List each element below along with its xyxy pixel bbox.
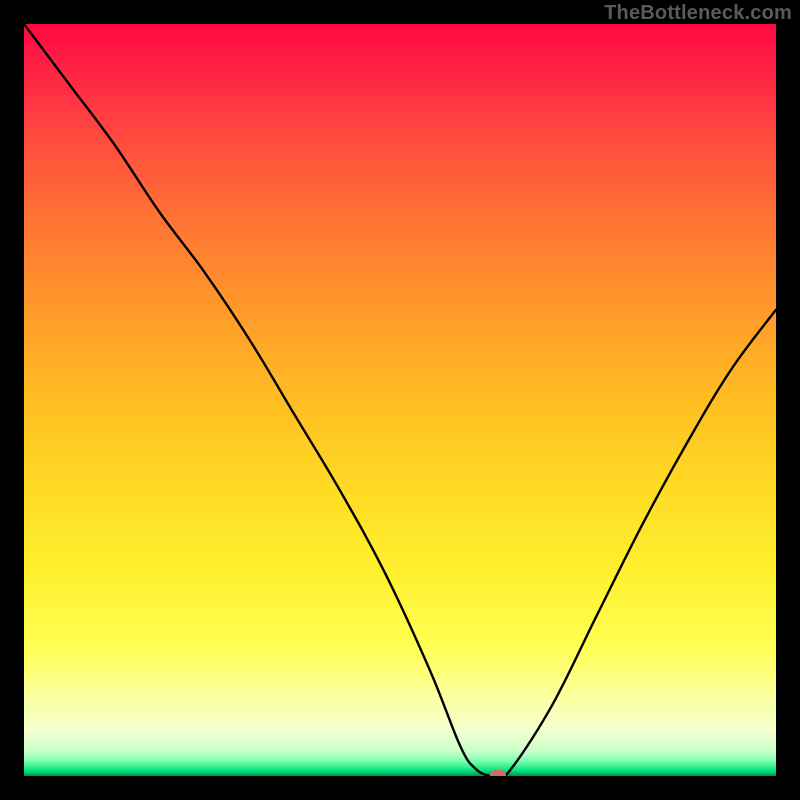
bottleneck-curve-path — [24, 24, 776, 776]
watermark-text: TheBottleneck.com — [604, 2, 792, 25]
curve-svg — [24, 24, 776, 776]
plot-area — [24, 24, 776, 776]
minimum-marker — [490, 770, 506, 776]
chart-frame: TheBottleneck.com — [0, 0, 800, 800]
